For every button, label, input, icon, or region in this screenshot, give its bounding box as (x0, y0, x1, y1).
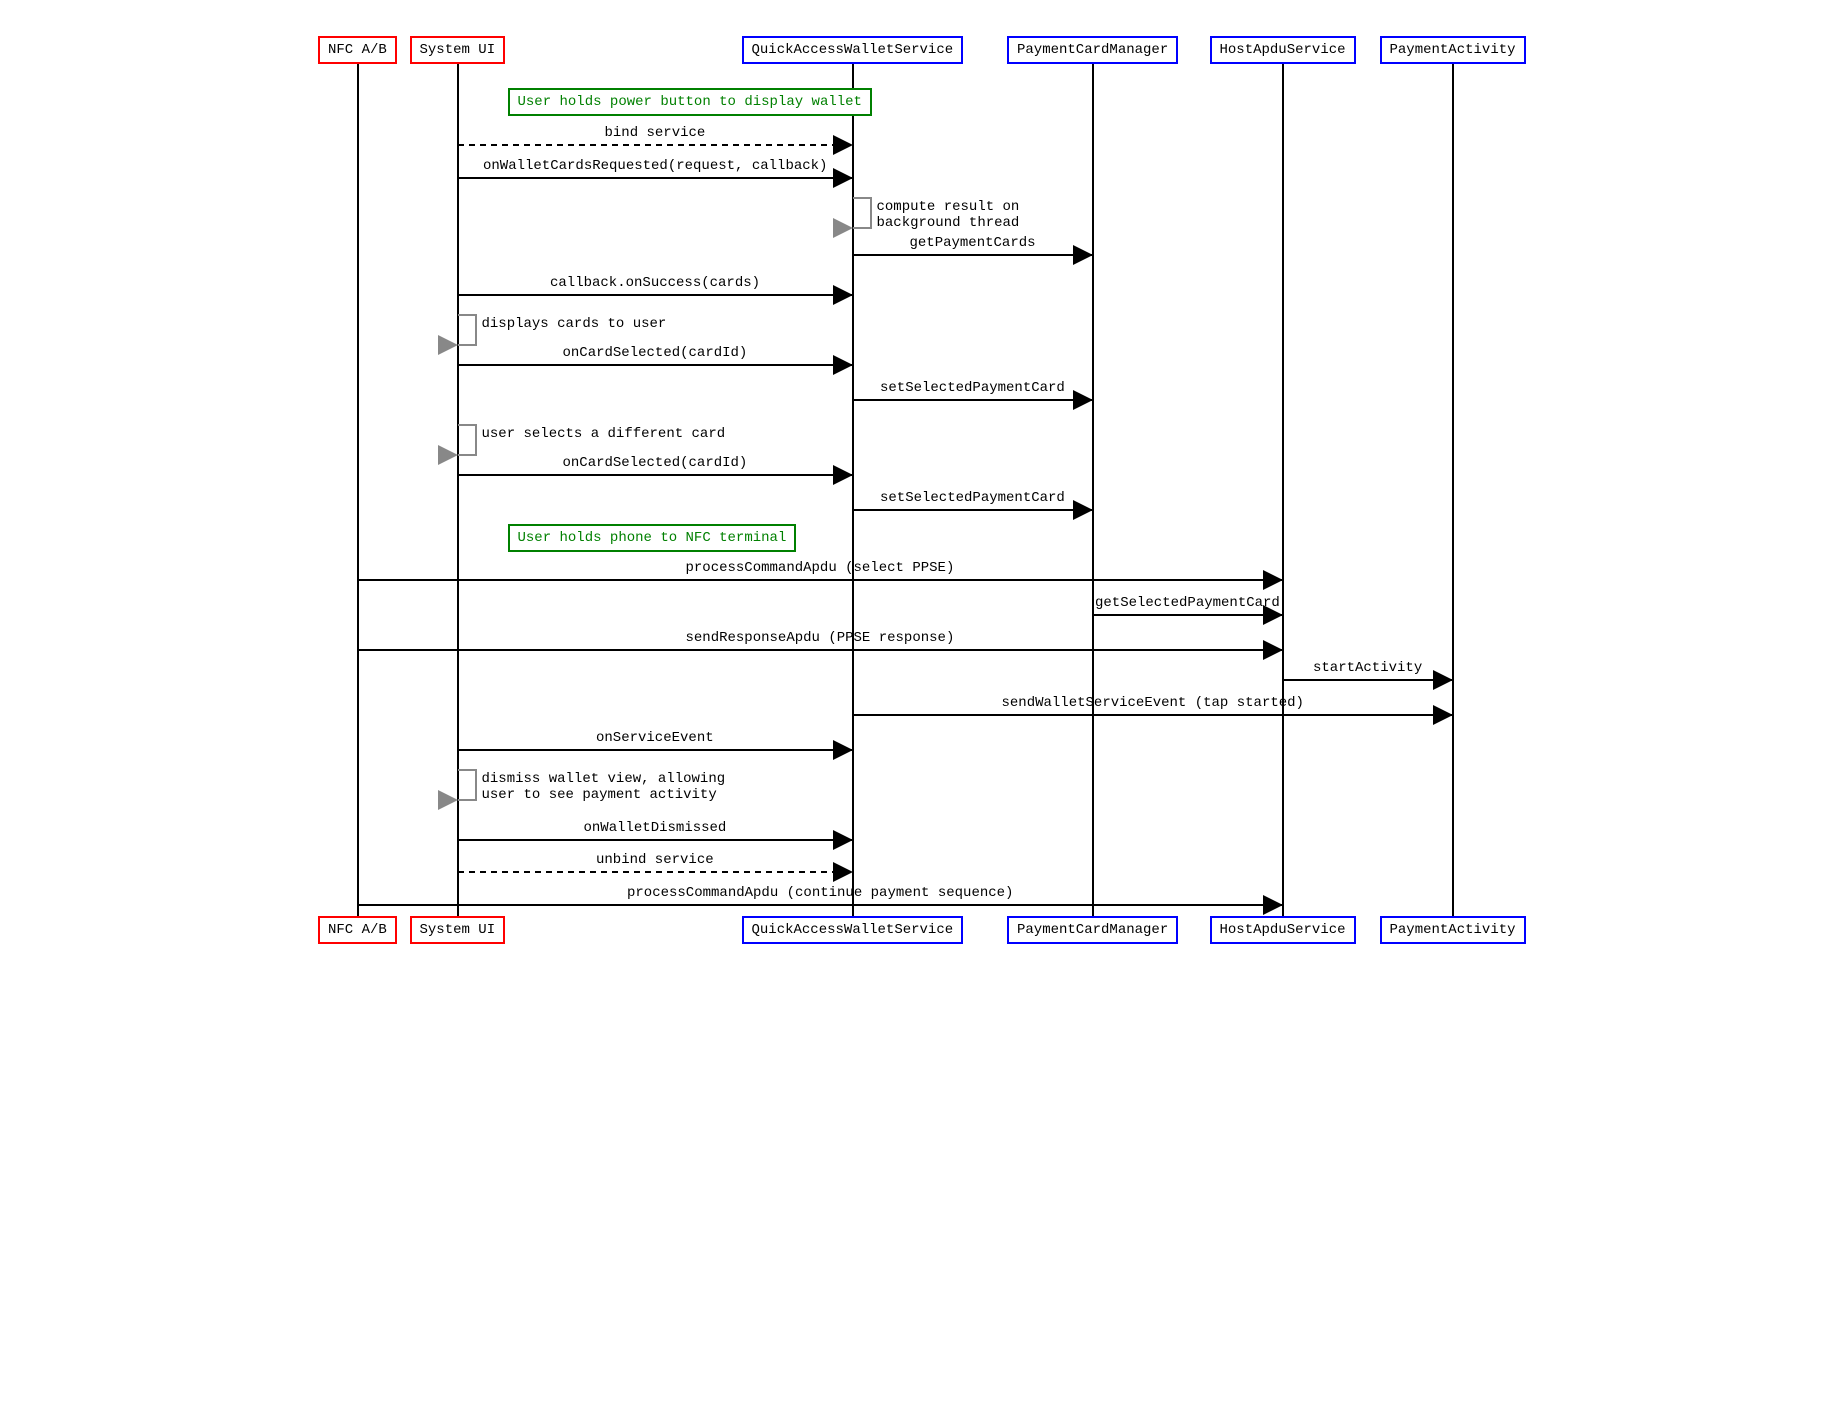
message-label: setSelectedPaymentCard (880, 490, 1065, 506)
message-label: callback.onSuccess(cards) (550, 275, 760, 291)
message-label: onCardSelected(cardId) (563, 455, 748, 471)
message-label: onWalletDismissed (584, 820, 727, 836)
message-label: processCommandApdu (continue payment seq… (627, 885, 1013, 901)
participant-sysui: System UI (410, 36, 506, 64)
message-label: getSelectedPaymentCard (1095, 595, 1280, 611)
self-message-label: user selects a different card (482, 426, 726, 442)
participant-has: HostApduService (1210, 916, 1356, 944)
participant-has: HostApduService (1210, 36, 1356, 64)
message-label: unbind service (596, 852, 714, 868)
participant-pact: PaymentActivity (1380, 36, 1526, 64)
participant-pcm: PaymentCardManager (1007, 36, 1178, 64)
message-label: startActivity (1313, 660, 1422, 676)
self-message-label: dismiss wallet view, allowing user to se… (482, 771, 726, 803)
note: User holds power button to display walle… (508, 88, 872, 116)
participant-sysui: System UI (410, 916, 506, 944)
message-label: sendWalletServiceEvent (tap started) (1002, 695, 1304, 711)
note: User holds phone to NFC terminal (508, 524, 797, 552)
participant-nfc: NFC A/B (318, 916, 397, 944)
participant-qaws: QuickAccessWalletService (742, 916, 964, 944)
self-message-label: displays cards to user (482, 316, 667, 332)
sequence-diagram: NFC A/B NFC A/B System UI System UI QuickAcc… (308, 20, 1538, 965)
self-message-label: compute result on background thread (877, 199, 1020, 231)
message-label: onServiceEvent (596, 730, 714, 746)
message-label: bind service (605, 125, 706, 141)
message-label: setSelectedPaymentCard (880, 380, 1065, 396)
message-label: onCardSelected(cardId) (563, 345, 748, 361)
participant-pact: PaymentActivity (1380, 916, 1526, 944)
message-label: onWalletCardsRequested(request, callback… (483, 158, 827, 174)
participant-nfc: NFC A/B (318, 36, 397, 64)
message-label: processCommandApdu (select PPSE) (686, 560, 955, 576)
participant-qaws: QuickAccessWalletService (742, 36, 964, 64)
message-label: sendResponseApdu (PPSE response) (686, 630, 955, 646)
message-label: getPaymentCards (910, 235, 1036, 251)
participant-pcm: PaymentCardManager (1007, 916, 1178, 944)
